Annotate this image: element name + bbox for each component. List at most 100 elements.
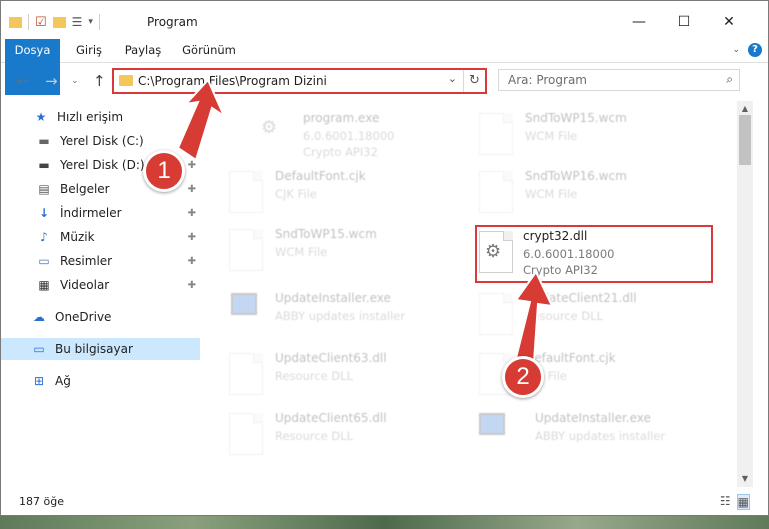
properties-icon[interactable]: ☑	[35, 15, 47, 30]
tab-share[interactable]: Paylaş	[121, 39, 165, 62]
pin-icon: ✚	[187, 255, 196, 267]
nav-onedrive[interactable]: ☁ OneDrive	[1, 306, 200, 328]
step-1-badge: 1	[143, 150, 185, 192]
pin-icon: ✚	[187, 135, 196, 147]
file-name: SndToWP15.wcm	[275, 227, 377, 241]
pin-icon: ✚	[187, 279, 196, 291]
nav-item-music[interactable]: ♪ Müzik ✚	[1, 226, 200, 248]
nav-this-pc[interactable]: ▭ Bu bilgisayar	[1, 338, 200, 360]
nav-network[interactable]: ⊞ Ağ	[1, 370, 200, 392]
vertical-scrollbar[interactable]: ▲ ▼	[737, 101, 753, 487]
file-tile[interactable]: DefaultFont.cjk CJK File	[453, 345, 693, 401]
file-detail: Resource DLL	[275, 429, 354, 443]
file-tile[interactable]: SndToWP15.wcm WCM File	[453, 105, 693, 161]
file-name: UpdateInstaller.exe	[275, 291, 391, 305]
file-name: UpdateClient65.dll	[275, 411, 387, 425]
nav-label: Yerel Disk (C:)	[60, 134, 144, 148]
new-folder-icon[interactable]	[52, 16, 66, 28]
cloud-icon: ☁	[33, 310, 45, 324]
file-tile[interactable]: UpdateClient63.dll Resource DLL	[203, 345, 443, 401]
installer-icon	[479, 413, 505, 435]
nav-label: Bu bilgisayar	[55, 342, 133, 356]
nav-label: Yerel Disk (D:)	[60, 158, 145, 172]
tiles-view-icon[interactable]: ▦	[736, 494, 750, 510]
customize-dropdown-icon[interactable]: ▾	[88, 17, 93, 27]
recent-locations-icon[interactable]: ⌄	[71, 76, 79, 86]
file-name: SndToWP16.wcm	[525, 169, 627, 183]
explorer-window: ☑ ☰ ▾ Program — ☐ ✕ Dosya Giriş Paylaş G…	[0, 0, 769, 516]
file-detail: Crypto API32	[523, 263, 598, 277]
folder-icon	[9, 16, 22, 28]
nav-quick-access[interactable]: ★ Hızlı erişim	[1, 106, 200, 128]
file-tile[interactable]: UpdateClient21.dll Resource DLL	[453, 285, 693, 341]
address-row: ← → ⌄ ↑ C:\Program Files\Program Dizini …	[1, 63, 768, 97]
nav-label: Videolar	[60, 278, 110, 292]
tab-home[interactable]: Giriş	[69, 39, 109, 62]
file-detail: ABBY updates installer	[535, 429, 666, 443]
file-name: UpdateClient21.dll	[525, 291, 637, 305]
nav-item-downloads[interactable]: ↓ İndirmeler ✚	[1, 202, 200, 224]
status-bar: 187 öğe ☷ ▦	[1, 491, 768, 515]
file-detail: Resource DLL	[275, 369, 354, 383]
scroll-thumb[interactable]	[739, 115, 751, 165]
file-icon	[229, 229, 263, 271]
up-arrow-icon[interactable]: ↑	[93, 72, 106, 90]
file-detail: Crypto API32	[303, 145, 378, 159]
file-tile[interactable]: ⚙ program.exe 6.0.6001.18000 Crypto API3…	[231, 105, 471, 161]
file-tile[interactable]: UpdateClient65.dll Resource DLL	[203, 405, 443, 461]
file-name: UpdateClient63.dll	[275, 351, 387, 365]
maximize-button[interactable]: ☐	[669, 9, 699, 35]
nav-item-pictures[interactable]: ▭ Resimler ✚	[1, 250, 200, 272]
pin-icon: ✚	[187, 183, 196, 195]
gear-icon: ⚙	[261, 117, 278, 138]
forward-arrow-icon[interactable]: →	[45, 72, 58, 90]
file-tile[interactable]: SndToWP16.wcm WCM File	[453, 163, 693, 219]
title-bar: ☑ ☰ ▾ Program — ☐ ✕	[1, 1, 768, 39]
address-path: C:\Program Files\Program Dizini	[138, 74, 327, 88]
file-name: DefaultFont.cjk	[275, 169, 366, 183]
drive-icon: ▬	[38, 158, 50, 172]
nav-item-videos[interactable]: ▦ Videolar ✚	[1, 274, 200, 296]
quick-access-toolbar: ☑ ☰ ▾	[9, 13, 100, 31]
file-tile[interactable]: UpdateInstaller.exe ABBY updates install…	[463, 405, 703, 461]
nav-label: OneDrive	[55, 310, 112, 324]
minimize-button[interactable]: —	[624, 9, 654, 35]
file-detail: WCM File	[525, 129, 578, 143]
file-list: ⚙ program.exe 6.0.6001.18000 Crypto API3…	[201, 101, 737, 481]
documents-icon: ▤	[38, 182, 50, 196]
nav-label: Ağ	[55, 374, 71, 388]
address-dropdown-icon[interactable]: ⌄	[448, 72, 457, 85]
file-icon	[479, 171, 513, 213]
toolbar-separator	[28, 14, 29, 30]
tab-view[interactable]: Görünüm	[179, 39, 239, 62]
file-tile[interactable]: DefaultFont.cjk CJK File	[203, 163, 443, 219]
file-tile[interactable]: UpdateInstaller.exe ABBY updates install…	[203, 285, 443, 341]
file-tile-crypt32[interactable]: ⚙ crypt32.dll 6.0.6001.18000 Crypto API3…	[451, 223, 691, 279]
file-tile[interactable]: SndToWP15.wcm WCM File	[203, 221, 443, 277]
nav-label: İndirmeler	[60, 206, 122, 220]
nav-item-local-disk-c[interactable]: ▬ Yerel Disk (C:) ✚	[1, 130, 200, 152]
close-button[interactable]: ✕	[714, 9, 744, 35]
address-bar[interactable]: C:\Program Files\Program Dizini ⌄ ↻	[112, 68, 487, 94]
view-options-icon[interactable]: ☰	[72, 15, 83, 29]
installer-icon	[231, 293, 257, 315]
file-detail: WCM File	[525, 187, 578, 201]
file-detail: 6.0.6001.18000	[303, 129, 395, 143]
nav-label: Resimler	[60, 254, 113, 268]
step-2-badge: 2	[502, 356, 544, 398]
back-arrow-icon[interactable]: ←	[17, 72, 30, 90]
file-icon	[229, 353, 263, 395]
gear-icon: ⚙	[485, 241, 502, 262]
file-icon	[479, 113, 513, 155]
help-icon[interactable]: ?	[748, 43, 762, 57]
search-placeholder: Ara: Program	[508, 73, 587, 87]
refresh-icon[interactable]: ↻	[463, 70, 485, 92]
pin-icon: ✚	[187, 231, 196, 243]
star-icon: ★	[35, 110, 47, 124]
details-view-icon[interactable]: ☷	[720, 494, 731, 510]
search-input[interactable]: Ara: Program ⌕	[498, 69, 740, 91]
drive-icon: ▬	[38, 134, 50, 148]
nav-label: Müzik	[60, 230, 95, 244]
scroll-down-icon[interactable]: ▼	[737, 471, 753, 487]
expand-ribbon-icon[interactable]: ⌄	[732, 45, 740, 55]
